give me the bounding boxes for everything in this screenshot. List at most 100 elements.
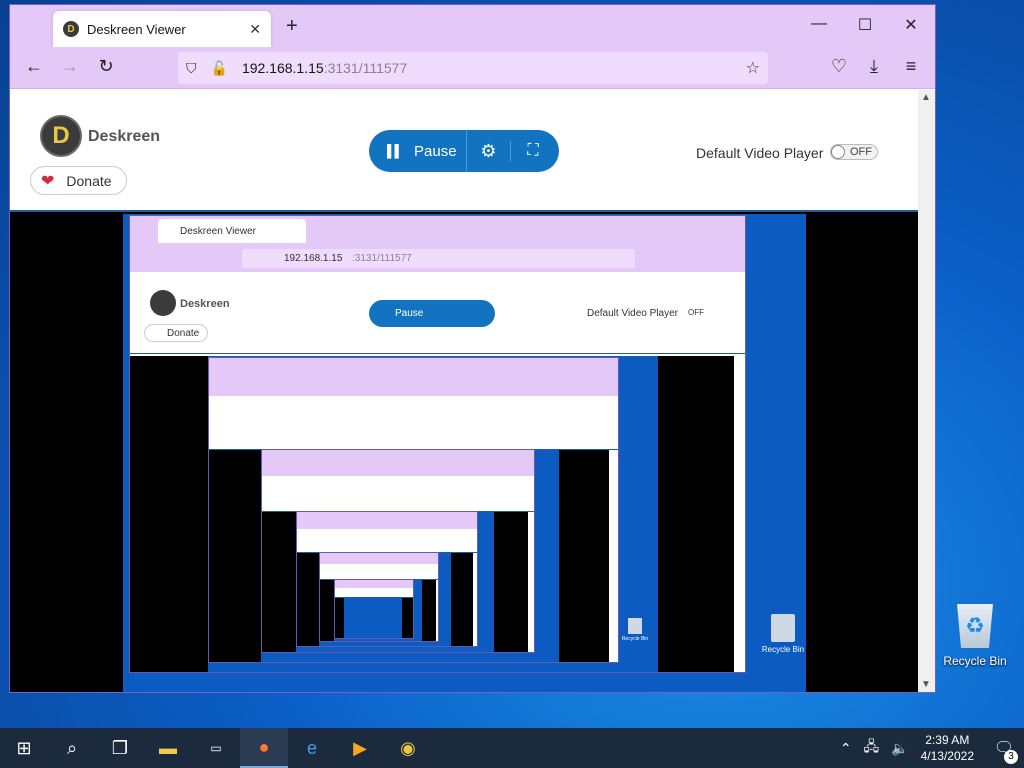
desktop-recycle-bin[interactable]: Recycle Bin [940,604,1010,668]
nested-browser-window-3 [262,450,534,652]
nested-browser-window-2 [209,358,618,662]
nested-stream-1: Recycle Bin [130,356,734,672]
nested-recycle-bin-label-1: Recycle Bin [621,636,649,642]
reload-button[interactable]: ↻ [92,56,120,77]
scroll-up-icon[interactable]: ▲ [921,92,931,103]
tab-bar: D Deskreen Viewer ✕ + — ☐ ✕ [10,5,935,47]
insecure-lock-icon[interactable]: 🔓 [211,60,228,77]
chevron-up-icon[interactable]: ⌃ [840,740,852,757]
nested-header-4 [297,529,477,553]
deskreen-button[interactable]: ◉ [384,728,432,768]
folder-icon: ▬ [159,737,177,758]
recycle-bin-icon [957,604,993,648]
notification-count: 3 [1004,750,1018,764]
nested-stream-2 [209,450,609,662]
search-button[interactable]: ⌕ [48,728,96,768]
clock[interactable]: 2:39 AM 4/13/2022 [921,732,974,764]
task-view-icon: ❐ [111,737,129,758]
nested-stream-bg-2 [261,450,559,662]
default-video-player-toggle[interactable]: OFF [830,144,878,160]
network-icon[interactable]: 🖧 [864,736,880,760]
tab-close-icon[interactable]: ✕ [249,21,261,38]
url-path: :3131/111577 [323,60,408,76]
deskreen-logo-icon: D [40,115,82,157]
taskbar: ⊞ ⌕ ❐ ▬ ▭ ● e ▶ ◉ ⌃ 🖧 🔈 2:39 AM 4/13/202… [0,728,1024,768]
pocket-icon[interactable]: ♡ [825,56,853,77]
windows-icon: ⊞ [16,737,32,758]
nested-header-5 [320,564,438,580]
fullscreen-icon: ⛶ [527,142,539,159]
internet-explorer-button[interactable]: e [288,728,336,768]
bookmark-star-icon[interactable]: ☆ [746,58,760,78]
pause-button[interactable]: ▌▌ Pause [369,130,467,172]
heart-icon: ❤ [41,172,55,190]
volume-icon[interactable]: 🔈 [891,740,908,757]
toggle-state: OFF [850,146,872,158]
stream-recycle-bin: Recycle Bin [753,614,806,654]
search-icon: ⌕ [66,737,78,758]
downloads-icon[interactable]: ⤓ [860,56,888,77]
back-button[interactable]: ← [20,56,48,77]
nested-stream-5 [320,580,436,641]
player-controls: ▌▌ Pause ⚙ ⛶ [369,130,559,172]
minimize-button[interactable]: — [796,15,842,33]
nested-browser-window-6 [335,580,413,638]
nested-stream-4 [297,553,473,646]
tab-deskreen-viewer[interactable]: D Deskreen Viewer ✕ [53,11,271,47]
default-video-player-label: Default Video Player [696,145,824,161]
system-tray: ⌃ 🖧 🔈 2:39 AM 4/13/2022 🗨 3 [834,728,1024,768]
nested-url-bar-1: 192.168.1.15 :3131/111577 [242,249,635,268]
nested-donate-1: Donate [144,324,208,342]
tab-title: Deskreen Viewer [87,21,186,37]
nav-bar: ← → ↻ ⛉ 🔓 192.168.1.15 :3131/111577 ☆ ♡ … [10,47,935,89]
nested-toolbar-2 [209,358,618,396]
url-bar[interactable]: ⛉ 🔓 192.168.1.15 :3131/111577 ☆ [178,52,768,84]
nested-toggle-1: OFF [688,308,704,317]
page-scrollbar[interactable]: ▲ ▼ [918,90,935,692]
media-player-button[interactable]: ▶ [336,728,384,768]
nested-stream-bg-4 [319,553,451,646]
scroll-down-icon[interactable]: ▼ [921,679,931,690]
nested-header-2 [209,396,618,450]
fullscreen-button[interactable]: ⛶ [511,142,555,160]
shield-icon[interactable]: ⛉ [186,60,197,77]
donate-label: Donate [66,172,112,189]
nested-donate-label-1: Donate [167,328,200,339]
nested-stream-6 [335,598,413,638]
nested-browser-window-1: Deskreen Viewer 192.168.1.15 :3131/11157… [130,216,745,672]
nested-tab-1: Deskreen Viewer [158,219,306,243]
forward-button[interactable]: → [56,56,84,77]
video-stream[interactable]: Deskreen Viewer 192.168.1.15 :3131/11157… [123,214,806,692]
settings-button[interactable]: ⚙ [467,140,511,162]
nested-header-3 [262,476,534,512]
deskreen-logo-text: Deskreen [88,128,161,145]
nested-browser-window-4 [297,512,477,646]
maximize-button[interactable]: ☐ [842,15,888,35]
nested-stream-bg-5 [334,580,422,641]
internet-explorer-icon: e [306,737,317,758]
nested-tab-title-1: Deskreen Viewer [180,226,256,237]
close-window-button[interactable]: ✕ [888,15,934,35]
menu-icon[interactable]: ≡ [897,56,925,77]
nested-stream-bg-3 [296,512,494,652]
nested-url-host-1: 192.168.1.15 [284,253,343,264]
nested-controls-1: Pause [369,300,495,327]
start-button[interactable]: ⊞ [0,728,48,768]
pause-icon: ▌▌ [387,144,403,158]
terminal-button[interactable]: ▭ [192,728,240,768]
nested-stream-bg-1 [208,356,658,672]
notifications-button[interactable]: 🗨 3 [984,738,1024,764]
stream-recycle-bin-icon [771,614,795,642]
page-content: D Deskreen ❤ Donate ▌▌ Pause ⚙ ⛶ Default… [10,90,918,692]
recycle-bin-label: Recycle Bin [943,654,1007,668]
nested-recycle-bin-icon-1 [628,618,642,634]
firefox-button[interactable]: ● [240,728,288,768]
nested-header-6 [335,588,413,598]
nested-browser-window-5 [320,553,438,641]
donate-button[interactable]: ❤ Donate [30,166,127,195]
nested-toolbar-3 [262,450,534,476]
nested-logo-text-1: Deskreen [180,298,230,310]
new-tab-button[interactable]: + [286,15,298,38]
file-explorer-button[interactable]: ▬ [144,728,192,768]
task-view-button[interactable]: ❐ [96,728,144,768]
